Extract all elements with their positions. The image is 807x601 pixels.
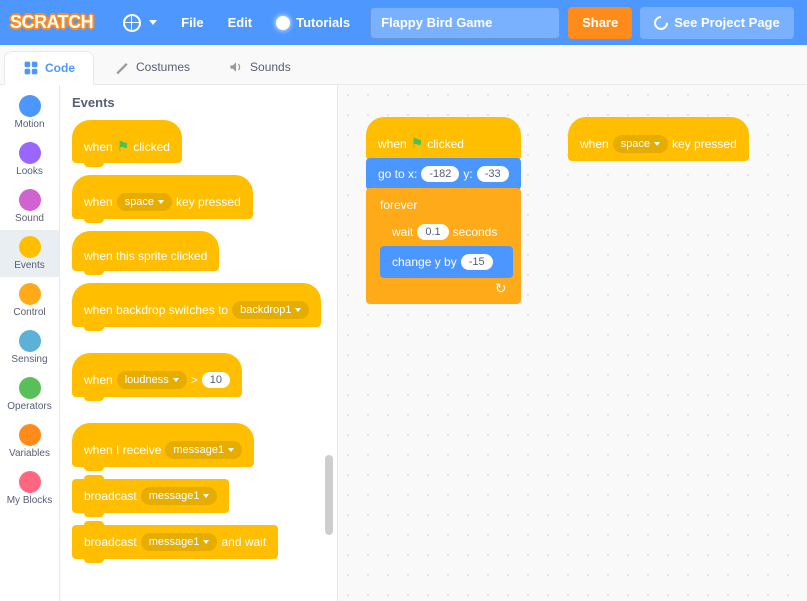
category-label: My Blocks	[7, 495, 53, 506]
category-column: Motion Looks Sound Events Control Sensing Oper…	[0, 85, 60, 601]
category-label: Events	[14, 260, 45, 271]
broadcast-dropdown[interactable]: message1	[141, 487, 218, 505]
project-name-input[interactable]	[370, 7, 560, 39]
loop-arrow-icon: ↻	[495, 280, 507, 297]
block-palette: Events when⚑clicked whenspacekey pressed…	[60, 85, 338, 601]
category-dot	[19, 236, 41, 258]
goto-x-input[interactable]: -182	[421, 166, 459, 182]
loudness-dropdown[interactable]: loudness	[117, 371, 187, 389]
editor-tabs: Code Costumes Sounds	[0, 45, 807, 85]
block-when-loudness[interactable]: whenloudness>10	[72, 353, 242, 397]
canvas-when-key-pressed[interactable]: whenspacekey pressed	[568, 117, 749, 161]
tab-code[interactable]: Code	[4, 51, 94, 85]
loudness-value-input[interactable]: 10	[202, 372, 230, 388]
script-canvas[interactable]: when⚑clicked go to x:-182y:-33 forever w…	[338, 85, 807, 601]
category-label: Sensing	[11, 354, 47, 365]
globe-icon	[123, 14, 141, 32]
lightbulb-icon	[276, 16, 290, 30]
caret-down-icon	[149, 20, 157, 25]
category-dot	[19, 424, 41, 446]
category-label: Variables	[9, 448, 50, 459]
palette-scrollbar[interactable]	[325, 455, 333, 535]
costumes-icon	[114, 59, 130, 75]
category-label: Looks	[16, 166, 43, 177]
see-project-page-button[interactable]: See Project Page	[640, 7, 794, 39]
scratch-logo[interactable]: SCRATCH	[10, 12, 93, 33]
tab-sounds[interactable]: Sounds	[210, 50, 309, 84]
canvas-key-dropdown[interactable]: space	[613, 135, 668, 153]
canvas-change-y[interactable]: change y by-15	[380, 246, 513, 278]
canvas-when-flag-clicked[interactable]: when⚑clicked	[366, 117, 521, 160]
category-dot	[19, 283, 41, 305]
canvas-goto-xy[interactable]: go to x:-182y:-33	[366, 158, 521, 190]
edit-menu[interactable]: Edit	[216, 0, 265, 45]
category-motion[interactable]: Motion	[0, 89, 59, 136]
goto-y-input[interactable]: -33	[477, 166, 509, 182]
category-dot	[19, 189, 41, 211]
category-label: Motion	[14, 119, 44, 130]
category-dot	[19, 471, 41, 493]
category-label: Control	[13, 307, 45, 318]
category-operators[interactable]: Operators	[0, 371, 59, 418]
top-menu-bar: SCRATCH File Edit Tutorials Share See Pr…	[0, 0, 807, 45]
wait-value-input[interactable]: 0.1	[417, 224, 448, 240]
category-looks[interactable]: Looks	[0, 136, 59, 183]
green-flag-icon: ⚑	[411, 135, 424, 152]
block-when-key-pressed[interactable]: whenspacekey pressed	[72, 175, 253, 219]
category-dot	[19, 95, 41, 117]
sounds-icon	[228, 59, 244, 75]
language-menu[interactable]	[111, 0, 169, 45]
block-broadcast[interactable]: broadcastmessage1	[72, 479, 229, 513]
script-stack-1[interactable]: when⚑clicked go to x:-182y:-33 forever w…	[366, 117, 521, 304]
broadcast-wait-dropdown[interactable]: message1	[141, 533, 218, 551]
category-dot	[19, 377, 41, 399]
category-label: Sound	[15, 213, 44, 224]
tab-costumes[interactable]: Costumes	[96, 50, 208, 84]
category-sound[interactable]: Sound	[0, 183, 59, 230]
block-when-receive[interactable]: when I receivemessage1	[72, 423, 254, 467]
category-sensing[interactable]: Sensing	[0, 324, 59, 371]
palette-category-title: Events	[72, 95, 325, 110]
category-dot	[19, 142, 41, 164]
block-when-backdrop-switches[interactable]: when backdrop switches tobackdrop1	[72, 283, 321, 327]
category-dot	[19, 330, 41, 352]
reload-icon	[651, 13, 671, 33]
green-flag-icon: ⚑	[117, 138, 130, 155]
message-dropdown[interactable]: message1	[165, 441, 242, 459]
block-when-sprite-clicked[interactable]: when this sprite clicked	[72, 231, 219, 271]
block-broadcast-wait[interactable]: broadcastmessage1and wait	[72, 525, 278, 559]
canvas-forever[interactable]: forever wait0.1seconds change y by-15 ↻	[366, 188, 521, 304]
share-button[interactable]: Share	[568, 7, 632, 39]
block-when-flag-clicked[interactable]: when⚑clicked	[72, 120, 182, 163]
category-events[interactable]: Events	[0, 230, 59, 277]
category-my-blocks[interactable]: My Blocks	[0, 465, 59, 512]
category-control[interactable]: Control	[0, 277, 59, 324]
key-dropdown[interactable]: space	[117, 193, 172, 211]
code-icon	[23, 60, 39, 76]
file-menu[interactable]: File	[169, 0, 215, 45]
category-label: Operators	[7, 401, 51, 412]
canvas-wait[interactable]: wait0.1seconds	[380, 216, 513, 248]
category-variables[interactable]: Variables	[0, 418, 59, 465]
change-y-input[interactable]: -15	[461, 254, 493, 270]
script-stack-2[interactable]: whenspacekey pressed	[568, 117, 749, 161]
tutorials-button[interactable]: Tutorials	[264, 0, 362, 45]
backdrop-dropdown[interactable]: backdrop1	[232, 301, 309, 319]
